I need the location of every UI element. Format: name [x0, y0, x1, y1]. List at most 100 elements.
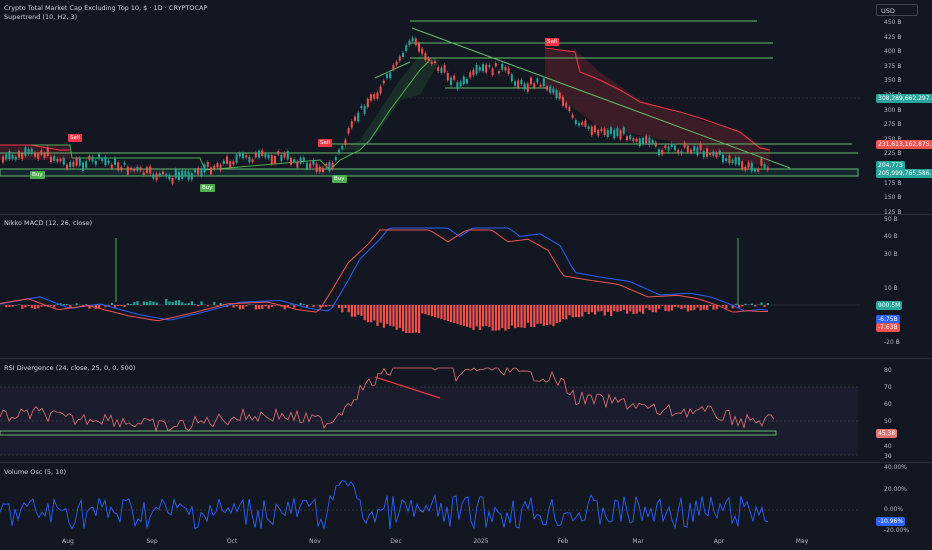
candle [654, 142, 657, 147]
macd-histogram-bar [514, 305, 517, 329]
macd-histogram-bar [542, 305, 545, 326]
candle [581, 122, 584, 125]
candle [30, 148, 33, 154]
macd-histogram-bar [213, 301, 216, 305]
candle [162, 171, 164, 175]
candle [139, 167, 142, 171]
candle [437, 66, 440, 72]
macd-histogram-bar [379, 305, 382, 323]
candle [491, 68, 494, 76]
candle [72, 161, 75, 167]
candle [370, 94, 372, 101]
macd-histogram-bar [350, 305, 353, 317]
candle [142, 172, 145, 175]
candle [50, 156, 52, 163]
candle [206, 162, 209, 167]
candle [568, 106, 571, 112]
macd-histogram-bar [302, 304, 305, 305]
macd-histogram-bar [126, 303, 129, 305]
candle [78, 158, 81, 166]
buy-signal: Buy [30, 171, 45, 179]
candle [130, 167, 132, 171]
pane-separator[interactable] [0, 462, 932, 463]
macd-histogram-bar [190, 301, 193, 305]
macd-histogram-bar [200, 301, 203, 305]
chart-canvas[interactable] [0, 0, 932, 550]
candle [309, 163, 312, 168]
macd-histogram-bar [341, 305, 344, 313]
candle [216, 163, 219, 168]
candle [328, 162, 331, 171]
macd-histogram-bar [110, 302, 113, 305]
macd-histogram-bar [382, 305, 385, 328]
time-axis-label: May [795, 538, 809, 545]
candle [683, 142, 686, 148]
macd-histogram-bar [37, 305, 40, 309]
macd-histogram-bar [344, 305, 347, 309]
macd-histogram-bar [552, 305, 555, 327]
macd-histogram-bar [187, 303, 190, 305]
candle [299, 157, 302, 164]
candle [504, 66, 507, 71]
macd-histogram-bar [654, 305, 657, 313]
macd-histogram-bar [475, 305, 478, 327]
volume-axis-label: 20.00% [884, 486, 907, 493]
macd-title[interactable]: Nikko MACD (12, 26, close) [4, 219, 92, 227]
candle [725, 158, 728, 162]
volume-axis-label: -20.00% [884, 527, 910, 534]
macd-histogram-bar [373, 305, 376, 321]
rsi-title[interactable]: RSI Divergence (24, close, 25, 0, 0, 500… [4, 364, 135, 372]
macd-histogram-bar [437, 305, 440, 319]
macd-histogram-bar [149, 300, 152, 305]
macd-signal-badge: -7.63B [876, 323, 900, 332]
macd-histogram-bar [629, 305, 632, 312]
macd-histogram-bar [520, 305, 523, 328]
candle [107, 160, 110, 164]
macd-histogram-bar [274, 305, 277, 306]
macd-histogram-bar [181, 302, 184, 305]
candle [616, 127, 619, 136]
candle [274, 156, 276, 164]
macd-histogram-bar [562, 305, 565, 320]
candle [626, 136, 628, 141]
candle [386, 74, 388, 78]
candle [635, 138, 638, 142]
candle [731, 159, 734, 164]
macd-histogram-bar [584, 305, 587, 312]
candle [190, 173, 193, 180]
chart-title: Crypto Total Market Cap Excluding Top 10… [4, 4, 208, 12]
pane-separator[interactable] [0, 214, 932, 215]
rsi-axis-label: 80 [884, 367, 892, 374]
time-axis-label: Feb [557, 538, 569, 545]
candle [450, 77, 452, 86]
candle [760, 158, 763, 166]
macd-histogram-bar [616, 305, 619, 312]
macd-histogram-bar [558, 305, 561, 322]
currency-selector[interactable]: USD [876, 4, 918, 16]
supertrend-label[interactable]: Supertrend (10, H2, 3) [4, 13, 77, 21]
rsi-axis-label: 50 [884, 418, 892, 425]
macd-histogram-bar [50, 305, 53, 306]
macd-histogram-bar [686, 305, 689, 312]
candle [747, 162, 750, 168]
candle [478, 67, 481, 71]
macd-histogram-bar [645, 305, 648, 309]
candle [446, 73, 449, 81]
candle [66, 164, 68, 170]
price-axis-label: 450 B [884, 19, 902, 26]
macd-axis-label: -20 B [884, 339, 900, 346]
macd-histogram-bar [702, 305, 705, 310]
pane-separator[interactable] [0, 358, 932, 359]
candle [34, 152, 36, 157]
macd-histogram-bar [517, 305, 520, 328]
candle [555, 90, 558, 99]
candle [696, 147, 699, 156]
macd-histogram-bar [587, 305, 590, 315]
candle [114, 157, 116, 165]
macd-histogram-bar [357, 305, 360, 315]
candle [296, 161, 299, 168]
price-badge-upper: 308,289,662,297.80 [876, 94, 932, 103]
macd-histogram-bar [578, 305, 581, 318]
volume-osc-title[interactable]: Volume Osc (5, 10) [4, 468, 66, 476]
macd-histogram-bar [725, 305, 728, 309]
